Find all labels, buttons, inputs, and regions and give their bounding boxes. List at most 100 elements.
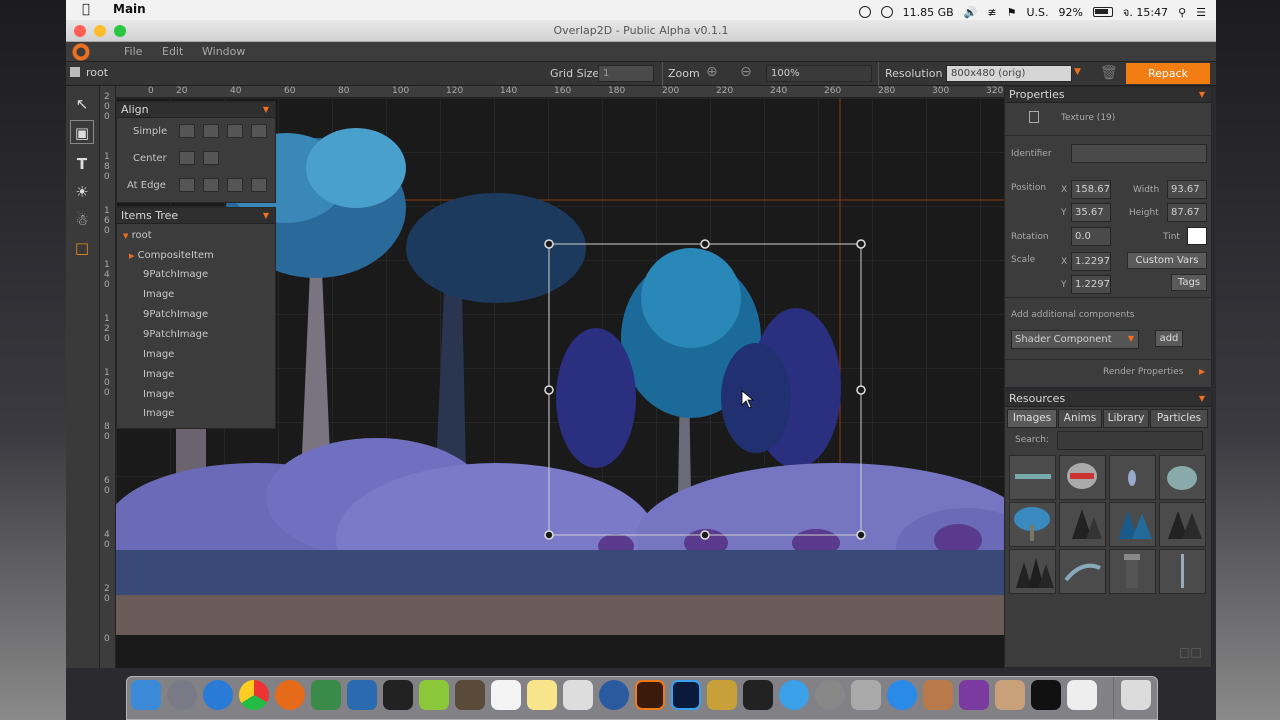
tree-item[interactable]: Image xyxy=(143,365,174,385)
zoom-value[interactable]: 100% xyxy=(766,65,872,82)
resource-thumbnail[interactable] xyxy=(1059,549,1106,594)
collapse-arrow-icon[interactable]: ▼ xyxy=(1199,87,1205,103)
menu-file[interactable]: File xyxy=(124,45,142,58)
collapse-arrow-icon[interactable]: ▼ xyxy=(1199,391,1205,407)
sync-icon[interactable] xyxy=(880,6,893,18)
align-center-horizontal-icon[interactable] xyxy=(203,151,219,165)
monitor-icon[interactable] xyxy=(959,680,989,710)
unity-icon[interactable] xyxy=(383,680,413,710)
resource-thumbnail[interactable] xyxy=(1159,502,1206,547)
file-icon[interactable]: □□ xyxy=(1179,645,1202,659)
tree-item[interactable]: Image xyxy=(143,385,174,405)
resource-thumbnail[interactable] xyxy=(1009,455,1056,500)
recording-icon[interactable] xyxy=(858,6,871,18)
volume-icon[interactable]: 🔊 xyxy=(964,6,978,19)
zoom-out-icon[interactable]: ⊖ xyxy=(740,64,752,80)
scale-y-input[interactable]: 1.2297 xyxy=(1071,275,1111,294)
tab-library[interactable]: Library xyxy=(1103,409,1149,428)
launchpad-icon[interactable] xyxy=(167,680,197,710)
grid-size-input[interactable]: 1 xyxy=(598,65,654,82)
zoom-in-icon[interactable]: ⊕ xyxy=(706,64,718,80)
resource-thumbnail[interactable] xyxy=(1009,502,1056,547)
particle-tool-icon[interactable]: ☃ xyxy=(70,208,94,232)
resource-search-input[interactable] xyxy=(1057,431,1203,450)
active-app-name[interactable]: Main xyxy=(113,2,146,16)
tree-expand-icon[interactable]: ▶ xyxy=(129,252,134,260)
storage-status[interactable]: 11.85 GB xyxy=(903,6,954,19)
chevron-down-icon[interactable]: ▼ xyxy=(1128,334,1134,343)
apple-menu-icon[interactable]:  xyxy=(82,2,90,17)
collapse-arrow-icon[interactable]: ▼ xyxy=(263,102,269,118)
align-left-icon[interactable] xyxy=(179,124,195,138)
wifi-icon[interactable]: ≇ xyxy=(987,6,996,19)
resource-thumbnail[interactable] xyxy=(1059,455,1106,500)
android-icon[interactable] xyxy=(419,680,449,710)
menu-window[interactable]: Window xyxy=(202,45,245,58)
flag-icon[interactable]: ⚑ xyxy=(1007,6,1017,19)
position-x-input[interactable]: 158.67 xyxy=(1071,180,1111,199)
menu-edit[interactable]: Edit xyxy=(162,45,183,58)
width-input[interactable]: 93.67 xyxy=(1167,180,1207,199)
archive-icon[interactable] xyxy=(995,680,1025,710)
light-tool-icon[interactable]: ☀ xyxy=(70,180,94,204)
align-center-vertical-icon[interactable] xyxy=(179,151,195,165)
tags-button[interactable]: Tags xyxy=(1171,274,1207,291)
chrome-icon[interactable] xyxy=(239,680,269,710)
custom-vars-button[interactable]: Custom Vars xyxy=(1127,252,1207,269)
repack-button[interactable]: Repack xyxy=(1126,63,1210,84)
library-icon[interactable] xyxy=(923,680,953,710)
align-bottom-icon[interactable] xyxy=(203,124,219,138)
resource-thumbnail[interactable] xyxy=(1159,549,1206,594)
preferences-icon[interactable] xyxy=(815,680,845,710)
vm-icon[interactable] xyxy=(851,680,881,710)
illustrator-icon[interactable] xyxy=(635,680,665,710)
align-edge-right-icon[interactable] xyxy=(251,178,267,192)
tree-item[interactable]: Image xyxy=(143,345,174,365)
clock[interactable]: จ. 15:47 xyxy=(1123,3,1168,21)
notes-icon[interactable] xyxy=(527,680,557,710)
resource-thumbnail[interactable] xyxy=(1009,549,1056,594)
resources-header[interactable]: Resources ▼ xyxy=(1005,391,1211,407)
keyboard-layout[interactable]: U.S. xyxy=(1026,6,1048,19)
polygon-tool-icon[interactable]: □ xyxy=(70,236,94,260)
render-properties-label[interactable]: Render Properties xyxy=(1103,367,1183,377)
tree-expand-icon[interactable]: ▼ xyxy=(123,232,128,240)
safari-icon[interactable] xyxy=(203,680,233,710)
chevron-down-icon[interactable]: ▼ xyxy=(1074,67,1081,77)
component-select[interactable]: Shader Component ▼ xyxy=(1011,330,1139,349)
position-y-input[interactable]: 35.67 xyxy=(1071,203,1111,222)
resource-thumbnail[interactable] xyxy=(1059,502,1106,547)
battery-icon[interactable] xyxy=(1092,7,1113,17)
tree-item[interactable]: 9PatchImage xyxy=(143,265,208,285)
resource-thumbnail[interactable] xyxy=(1159,455,1206,500)
align-top-icon[interactable] xyxy=(227,124,243,138)
properties-header[interactable]: Properties ▼ xyxy=(1005,87,1211,103)
resolution-select[interactable]: 800x480 (orig) xyxy=(946,65,1072,82)
trash-icon[interactable] xyxy=(1121,680,1151,710)
resource-thumbnail[interactable] xyxy=(1109,455,1156,500)
calendar-icon[interactable] xyxy=(491,680,521,710)
resource-thumbnail[interactable] xyxy=(1109,549,1156,594)
teamviewer-icon[interactable] xyxy=(887,680,917,710)
tint-swatch[interactable] xyxy=(1187,227,1207,245)
align-edge-left-icon[interactable] xyxy=(179,178,195,192)
add-component-button[interactable]: add xyxy=(1155,330,1183,347)
notification-center-icon[interactable]: ☰ xyxy=(1196,6,1206,19)
scale-x-input[interactable]: 1.2297 xyxy=(1071,252,1111,271)
tree-item[interactable]: 9PatchImage xyxy=(143,325,208,345)
chevron-right-icon[interactable]: ▶ xyxy=(1199,367,1205,376)
select-tool-icon[interactable]: ↖ xyxy=(70,92,94,116)
terminal-icon[interactable] xyxy=(1031,680,1061,710)
android-studio-icon[interactable] xyxy=(311,680,341,710)
trash-icon[interactable]: 🗑 xyxy=(1100,65,1118,81)
spotlight-search-icon[interactable]: ⚲ xyxy=(1178,6,1186,19)
appstore-icon[interactable] xyxy=(779,680,809,710)
height-input[interactable]: 87.67 xyxy=(1167,203,1207,222)
align-edge-bottom-icon[interactable] xyxy=(203,178,219,192)
transform-tool-icon[interactable]: ▣ xyxy=(70,120,94,144)
tree-item-composite[interactable]: ▶ CompositeItem xyxy=(129,246,214,266)
align-right-icon[interactable] xyxy=(251,124,267,138)
align-edge-top-icon[interactable] xyxy=(227,178,243,192)
firefox-icon[interactable] xyxy=(275,680,305,710)
tab-anims[interactable]: Anims xyxy=(1058,409,1102,428)
